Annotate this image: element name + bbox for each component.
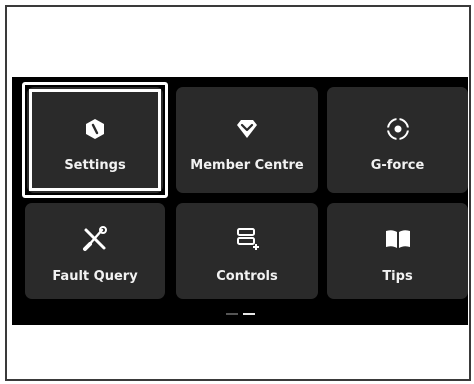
controls-icon bbox=[231, 223, 263, 255]
fault-query-label: Fault Query bbox=[52, 269, 138, 284]
page-dot-1[interactable] bbox=[225, 313, 238, 315]
g-force-tile[interactable]: G-force bbox=[327, 87, 468, 193]
tips-label: Tips bbox=[382, 269, 413, 284]
page-dot-2[interactable] bbox=[242, 313, 255, 315]
book-icon bbox=[382, 223, 414, 255]
settings-hexagon-icon bbox=[79, 113, 111, 145]
settings-label: Settings bbox=[64, 158, 126, 173]
member-centre-label: Member Centre bbox=[190, 158, 304, 173]
tools-icon bbox=[79, 223, 111, 255]
controls-label: Controls bbox=[216, 269, 278, 284]
member-centre-tile[interactable]: Member Centre bbox=[176, 87, 318, 193]
fault-query-tile[interactable]: Fault Query bbox=[25, 203, 165, 299]
tips-tile[interactable]: Tips bbox=[327, 203, 468, 299]
app-menu-screen: Settings Member Centre G-force Fault Que… bbox=[12, 77, 468, 325]
page-indicator bbox=[12, 313, 468, 315]
controls-tile[interactable]: Controls bbox=[176, 203, 318, 299]
settings-tile[interactable]: Settings bbox=[27, 87, 163, 193]
diamond-icon bbox=[231, 113, 263, 145]
target-icon bbox=[382, 113, 414, 145]
g-force-label: G-force bbox=[370, 158, 425, 173]
